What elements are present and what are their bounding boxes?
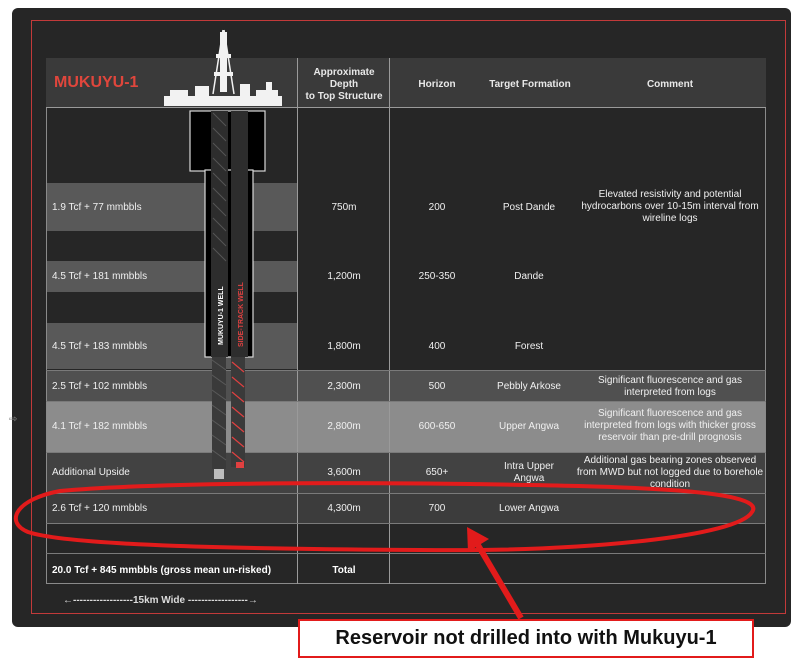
drilling-rig-icon — [164, 29, 282, 106]
side-well-label: SIDE-TRACK WELL — [238, 281, 245, 347]
well-schematic: MUKUYU-1 WELL SIDE-TRACK WELL — [14, 29, 756, 620]
annotation-callout: Reservoir not drilled into with Mukuyu-1 — [298, 619, 754, 658]
well-bore-icon: MUKUYU-1 WELL — [189, 110, 266, 479]
main-well-label: MUKUYU-1 WELL — [218, 286, 225, 345]
highlight-ellipse — [14, 481, 756, 553]
